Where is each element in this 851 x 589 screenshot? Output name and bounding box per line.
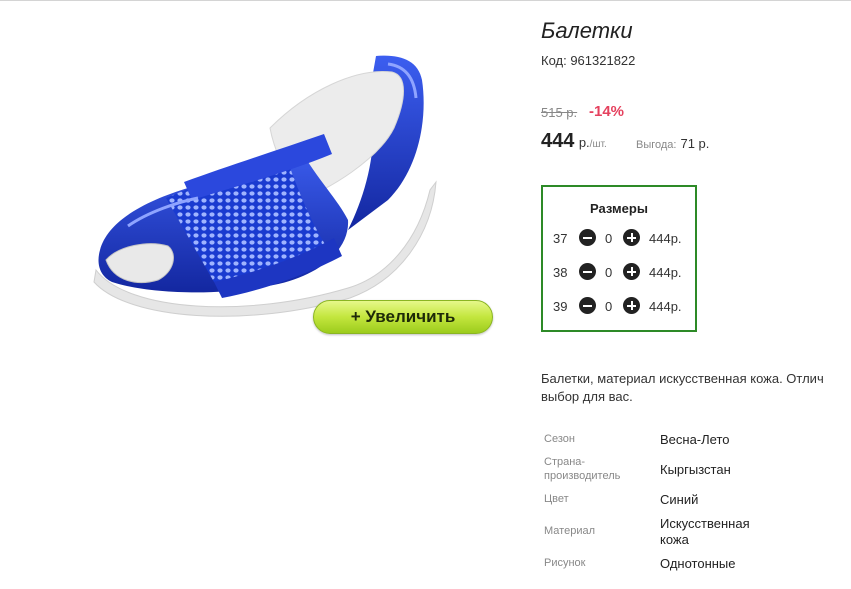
size-quantity: 0 <box>605 265 613 280</box>
price: 444 р./шт. <box>541 130 607 153</box>
attr-value-pattern: Однотонные <box>660 556 736 571</box>
product-title: Балетки <box>541 18 633 43</box>
savings-label: Выгода: <box>636 139 677 151</box>
attr-label-pattern: Рисунок <box>544 557 586 569</box>
savings: Выгода: 71 р. <box>636 135 709 153</box>
attr-value-season: Весна-Лето <box>660 432 730 447</box>
plus-icon[interactable] <box>623 263 640 280</box>
size-quantity: 0 <box>605 231 613 246</box>
old-price: 515 р. <box>541 105 578 120</box>
discount-badge: -14% <box>589 103 625 120</box>
size-price: 444р. <box>649 299 682 314</box>
size-row: 39 0 444р. <box>543 297 695 315</box>
size-price: 444р. <box>649 265 682 280</box>
size-price: 444р. <box>649 231 682 246</box>
description-line: выбор для вас. <box>541 389 633 404</box>
sizes-panel: Размеры 37 0 444р. 38 0 444р. 39 0 444р. <box>541 185 697 332</box>
price-per-unit: /шт. <box>589 139 607 150</box>
product-image[interactable] <box>88 50 448 330</box>
minus-icon[interactable] <box>579 297 596 314</box>
sizes-title: Размеры <box>590 201 648 216</box>
top-divider <box>0 0 851 1</box>
attr-label-material: Материал <box>544 525 595 537</box>
size-label: 38 <box>553 265 568 280</box>
attr-label-country-1: Страна- <box>544 456 586 468</box>
price-amount: 444 <box>541 130 575 152</box>
attr-value-color: Синий <box>660 492 699 507</box>
attr-value-material-1: Искусственная <box>660 516 750 531</box>
attr-label-season: Сезон <box>544 433 575 445</box>
minus-icon[interactable] <box>579 229 596 246</box>
product-code: Код: 961321822 <box>541 53 636 68</box>
description-line: Балетки, материал искусственная кожа. От… <box>541 371 824 386</box>
zoom-button-label: + Увеличить <box>350 307 456 326</box>
size-label: 37 <box>553 231 568 246</box>
attr-label-country-2: производитель <box>544 470 621 482</box>
minus-icon[interactable] <box>579 263 596 280</box>
attr-value-material-2: кожа <box>660 532 689 547</box>
plus-icon[interactable] <box>623 297 640 314</box>
savings-value: 71 р. <box>680 136 710 151</box>
zoom-button[interactable]: + Увеличить <box>313 300 493 334</box>
size-row: 37 0 444р. <box>543 229 695 247</box>
plus-icon[interactable] <box>623 229 640 246</box>
size-quantity: 0 <box>605 299 613 314</box>
product-description: Балетки, материал искусственная кожа. От… <box>541 370 851 410</box>
price-currency: р. <box>578 135 590 150</box>
attr-label-color: Цвет <box>544 493 569 505</box>
size-row: 38 0 444р. <box>543 263 695 281</box>
size-label: 39 <box>553 299 568 314</box>
attr-value-country: Кыргызстан <box>660 462 731 477</box>
